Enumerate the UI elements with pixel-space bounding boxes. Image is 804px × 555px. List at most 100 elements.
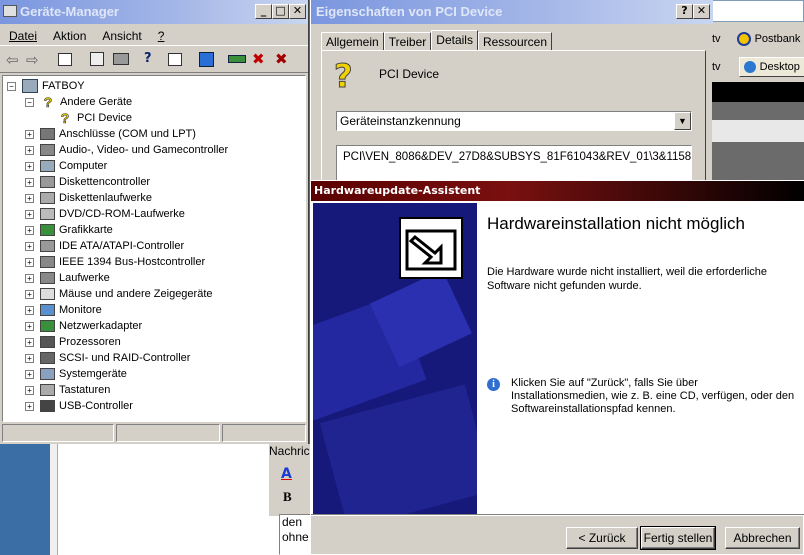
maximize-button[interactable]: □ bbox=[272, 4, 289, 19]
expand-icon[interactable]: + bbox=[25, 241, 34, 251]
compose-text-area[interactable]: den ohne bbox=[279, 514, 312, 555]
update-driver-icon[interactable] bbox=[228, 55, 246, 63]
details-tab-panel: ? PCI Device Geräteinstanzkennung ▼ PCI\… bbox=[321, 50, 706, 183]
tab-treiber[interactable]: Treiber bbox=[383, 32, 432, 50]
mouse-icon bbox=[40, 288, 55, 300]
chevron-down-icon[interactable]: ▼ bbox=[674, 112, 691, 130]
tab-allgemein[interactable]: Allgemein bbox=[321, 32, 384, 50]
expand-icon[interactable]: + bbox=[25, 273, 34, 283]
menu-help[interactable]: ? bbox=[158, 29, 165, 43]
show-hide-tree-icon[interactable] bbox=[58, 53, 72, 66]
tree-category[interactable]: + Diskettencontroller bbox=[25, 174, 150, 190]
expand-icon[interactable]: + bbox=[25, 209, 34, 219]
usb-icon bbox=[40, 400, 55, 412]
property-value-box[interactable]: PCI\VEN_8086&DEV_27D8&SUBSYS_81F61043&RE… bbox=[336, 145, 692, 183]
browser-icon bbox=[743, 61, 756, 73]
tree-category[interactable]: + Computer bbox=[25, 158, 107, 174]
tree-category[interactable]: + Monitore bbox=[25, 302, 102, 318]
expand-icon[interactable]: + bbox=[25, 161, 34, 171]
expand-icon[interactable]: + bbox=[25, 257, 34, 267]
close-button[interactable]: ✕ bbox=[289, 4, 306, 19]
tree-category[interactable]: + Mäuse und andere Zeigegeräte bbox=[25, 286, 213, 302]
tree-category[interactable]: + IDE ATA/ATAPI-Controller bbox=[25, 238, 184, 254]
expand-icon[interactable]: + bbox=[25, 321, 34, 331]
help-icon[interactable]: ? bbox=[144, 51, 152, 66]
expand-icon[interactable]: + bbox=[25, 305, 34, 315]
postbank-icon bbox=[736, 32, 751, 46]
expand-icon[interactable]: + bbox=[25, 401, 34, 411]
device-tree: − FATBOY −? Andere Geräte? PCI Device + Ansc… bbox=[2, 75, 306, 422]
print-icon[interactable] bbox=[113, 53, 129, 65]
tree-category[interactable]: + Anschlüsse (COM und LPT) bbox=[25, 126, 196, 142]
menu-aktion[interactable]: Aktion bbox=[53, 29, 86, 43]
cancel-button[interactable]: Abbrechen bbox=[725, 527, 800, 549]
expand-icon[interactable]: + bbox=[25, 225, 34, 235]
toolbar-tv-label[interactable]: tv bbox=[712, 33, 721, 45]
postbank-link[interactable]: Postbank bbox=[755, 33, 801, 45]
expand-icon[interactable]: + bbox=[25, 337, 34, 347]
tree-item-label: Anschlüsse (COM und LPT) bbox=[59, 128, 196, 140]
expand-icon[interactable]: + bbox=[25, 353, 34, 363]
tree-category[interactable]: + IEEE 1394 Bus-Hostcontroller bbox=[25, 254, 205, 270]
tree-category[interactable]: −? Andere Geräte bbox=[25, 94, 132, 110]
menu-datei[interactable]: Datei bbox=[9, 29, 37, 43]
property-dropdown[interactable]: Geräteinstanzkennung ▼ bbox=[336, 111, 692, 131]
forward-arrow-icon[interactable]: ⇨ bbox=[26, 51, 39, 69]
collapse-icon[interactable]: − bbox=[7, 81, 16, 91]
properties-titlebar[interactable]: Eigenschaften von PCI Device ? ✕ bbox=[311, 0, 713, 24]
tree-root[interactable]: − FATBOY bbox=[7, 78, 85, 94]
browser-toolbar: tv Postbank bbox=[700, 28, 804, 50]
tree-category[interactable]: + DVD/CD-ROM-Laufwerke bbox=[25, 206, 185, 222]
tree-item-label: Diskettencontroller bbox=[59, 176, 151, 188]
expand-icon[interactable]: + bbox=[25, 369, 34, 379]
tree-category[interactable]: + Tastaturen bbox=[25, 382, 110, 398]
desktop-tab[interactable]: Desktop bbox=[738, 57, 804, 77]
properties-icon[interactable] bbox=[90, 52, 104, 66]
compose-column bbox=[50, 444, 58, 555]
menu-ansicht[interactable]: Ansicht bbox=[102, 29, 141, 43]
processor-icon bbox=[40, 336, 55, 348]
properties-close-button[interactable]: ✕ bbox=[693, 4, 710, 19]
properties-help-button[interactable]: ? bbox=[676, 4, 693, 19]
tree-item-label: Mäuse und andere Zeigegeräte bbox=[59, 288, 213, 300]
tree-category[interactable]: + SCSI- und RAID-Controller bbox=[25, 350, 190, 366]
collapse-icon[interactable]: − bbox=[25, 97, 34, 107]
disable-icon[interactable]: ✖ bbox=[275, 50, 288, 68]
bold-button[interactable]: B bbox=[283, 489, 292, 505]
monitor-icon bbox=[40, 304, 55, 316]
background-compose-window: Nachricht A B den ohne bbox=[0, 444, 312, 555]
tree-category[interactable]: + Grafikkarte bbox=[25, 222, 113, 238]
wizard-titlebar[interactable]: Hardwareupdate-Assistent bbox=[311, 181, 804, 201]
tab-ressourcen[interactable]: Ressourcen bbox=[477, 32, 552, 50]
tree-category[interactable]: + Audio-, Video- und Gamecontroller bbox=[25, 142, 228, 158]
expand-icon[interactable]: + bbox=[25, 145, 34, 155]
expand-icon[interactable]: + bbox=[25, 385, 34, 395]
expand-icon[interactable]: + bbox=[25, 177, 34, 187]
font-color-icon[interactable]: A bbox=[281, 466, 292, 482]
scan-hardware-icon[interactable] bbox=[199, 52, 214, 67]
expand-icon[interactable]: + bbox=[25, 129, 34, 139]
disk-drive-icon bbox=[40, 272, 55, 284]
back-button[interactable]: < Zurück bbox=[566, 527, 638, 549]
tree-category[interactable]: + Diskettenlaufwerke bbox=[25, 190, 152, 206]
scsi-icon bbox=[40, 352, 55, 364]
tab-details[interactable]: Details bbox=[431, 30, 478, 51]
wizard-side-panel bbox=[313, 203, 477, 514]
tree-category[interactable]: + Laufwerke bbox=[25, 270, 110, 286]
wizard-heading: Hardwareinstallation nicht möglich bbox=[487, 214, 745, 233]
expand-icon[interactable]: + bbox=[25, 289, 34, 299]
device-manager-titlebar[interactable]: Geräte-Manager _ □ ✕ bbox=[0, 0, 308, 24]
minimize-button[interactable]: _ bbox=[255, 4, 272, 19]
tree-category[interactable]: + Prozessoren bbox=[25, 334, 121, 350]
finish-button[interactable]: Fertig stellen bbox=[640, 526, 716, 550]
expand-icon[interactable]: + bbox=[25, 193, 34, 203]
tree-category[interactable]: + Netzwerkadapter bbox=[25, 318, 142, 334]
tree-category[interactable]: + USB-Controller bbox=[25, 398, 133, 414]
view-icon[interactable] bbox=[168, 53, 182, 66]
floppy-drive-icon bbox=[40, 192, 55, 204]
tree-child-item[interactable]: ? PCI Device bbox=[57, 110, 132, 126]
back-arrow-icon[interactable]: ⇦ bbox=[6, 51, 19, 69]
tree-category[interactable]: + Systemgeräte bbox=[25, 366, 127, 382]
uninstall-icon[interactable]: ✖ bbox=[252, 50, 265, 68]
tab-tv-label[interactable]: tv bbox=[712, 61, 721, 73]
